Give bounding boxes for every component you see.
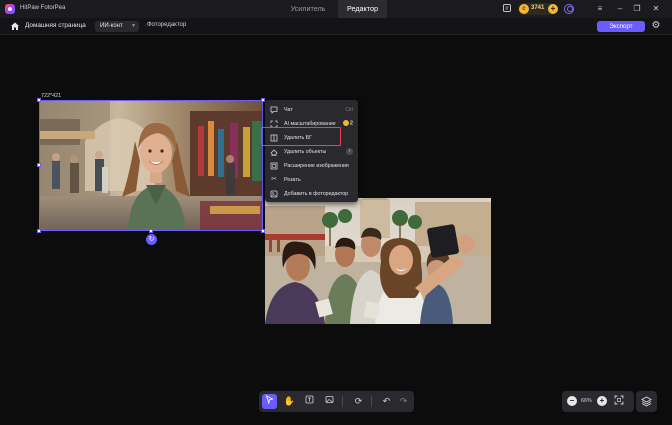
text-tool-icon[interactable] [302,394,317,409]
credit-cost-value: 2 [349,120,353,127]
tab-enhancer[interactable]: Усилитель [270,0,346,18]
expand-icon [270,162,278,170]
menu-item-cut[interactable]: ✂ Резать [265,173,358,187]
menu-item-remove-objects-label: Удалить объекты [284,149,327,155]
restore-icon[interactable]: ❐ [631,3,643,15]
export-button[interactable]: Экспорт [597,21,645,32]
group-selfie-photo [265,198,491,324]
highlight-box-remove-bg [261,127,341,146]
resize-handle-bottom[interactable] [149,229,153,233]
select-tool-icon[interactable] [262,394,277,409]
add-to-editor-icon [270,190,278,198]
credit-cost-badge: 2 [342,120,353,127]
tab-editor[interactable]: Редактор [338,0,387,18]
portrait-photo [40,101,262,230]
eraser-icon [270,148,278,156]
scissors-icon: ✂ [271,176,277,183]
image-tool-icon[interactable] [322,394,337,409]
coin-icon: c [519,4,529,14]
layers-icon[interactable] [636,391,657,412]
canvas-image-portrait[interactable] [39,100,263,231]
plus-icon[interactable]: + [548,4,558,14]
menu-item-add-to-editor-label: Добавить в фоторедактор [284,191,349,197]
menu-item-expand-image[interactable]: Расширение изображения [265,159,358,173]
resize-handle-left[interactable] [37,163,41,167]
user-icon[interactable] [564,4,574,14]
zoom-in-button[interactable]: + [597,396,607,406]
app-title: HitPaw FotorPea [20,5,66,11]
toolbar-divider [371,396,372,407]
resize-handle-top-left[interactable] [37,98,41,102]
bottom-toolbar: ✋ ⟳ ↶ ↷ [259,391,414,412]
fit-to-screen-icon[interactable] [613,395,625,407]
menu-item-expand-image-label: Расширение изображения [284,163,349,169]
zoom-control: − 66% + [562,391,634,412]
hand-tool-icon[interactable]: ✋ [282,394,297,409]
canvas-image-group-selfie[interactable] [265,198,491,324]
menu-item-remove-objects[interactable]: Удалить объекты › [265,145,358,159]
menu-item-chat-shortcut: Ctrl [345,107,353,113]
gear-icon[interactable]: ⚙ [650,20,662,32]
rotate-tool-icon[interactable]: ⟳ [351,394,366,409]
menu-item-cut-label: Резать [284,177,301,183]
menu-item-chat[interactable]: Чат Ctrl [265,103,358,117]
zoom-out-button[interactable]: − [567,396,577,406]
zoom-level: 66% [581,398,592,404]
home-icon[interactable] [10,21,20,31]
menu-item-add-to-editor[interactable]: Добавить в фоторедактор [265,187,358,201]
context-menu: Чат Ctrl AI масштабирование 2 Удалить БГ… [265,100,358,202]
image-size-label: 722*421 [41,93,62,99]
feedback-icon[interactable] [501,3,513,15]
chat-icon [270,106,278,114]
breadcrumb-photo-editor[interactable]: Фоторедактор [147,22,186,28]
rotate-icon[interactable]: ↻ [146,234,157,245]
app-logo-icon [5,4,15,14]
close-icon[interactable]: ✕ [650,3,662,15]
title-bar: HitPaw FotorPea Усилитель Редактор c 374… [0,0,672,18]
chevron-down-icon: ▼ [131,23,136,29]
toolbar-divider [342,396,343,407]
redo-icon[interactable]: ↷ [396,394,411,409]
chevron-right-icon: › [346,148,353,155]
minimize-icon[interactable]: – [614,3,626,15]
coin-icon [342,120,349,126]
credits-value: 3741 [531,5,545,11]
ai-content-label: ИИ-конт [100,23,123,29]
home-link[interactable]: Домашняя страница [25,22,86,29]
undo-icon[interactable]: ↶ [379,394,394,409]
menu-icon[interactable]: ≡ [594,3,606,15]
menu-item-chat-label: Чат [284,107,293,113]
resize-handle-bottom-left[interactable] [37,229,41,233]
ai-content-dropdown[interactable]: ИИ-конт ▼ [95,21,139,32]
